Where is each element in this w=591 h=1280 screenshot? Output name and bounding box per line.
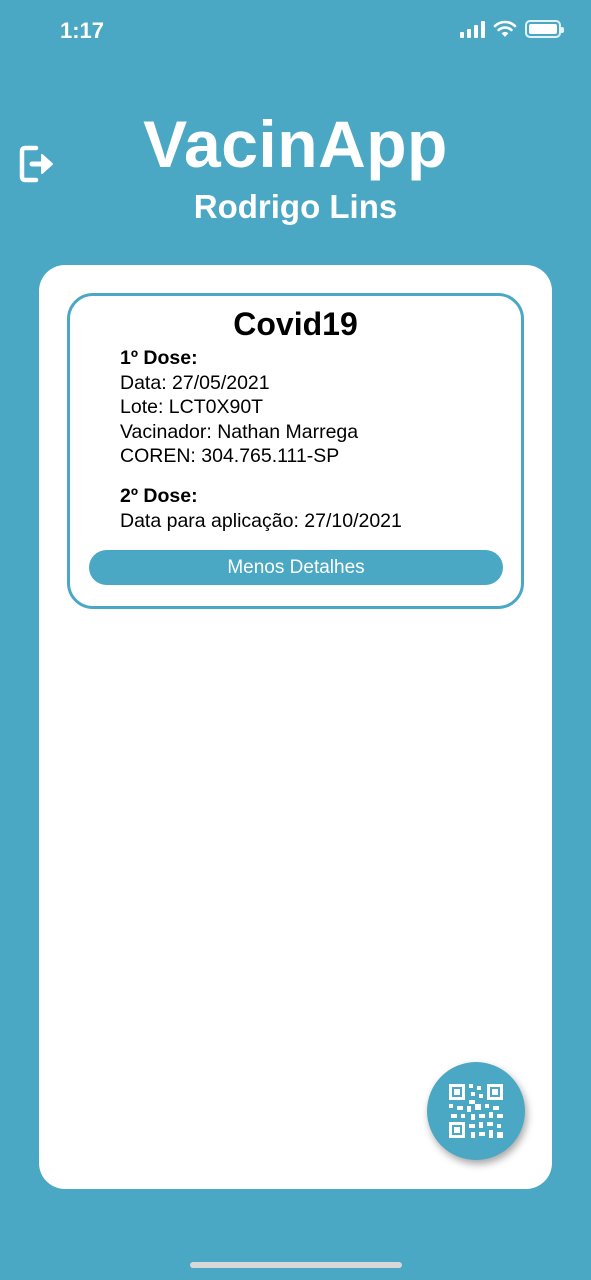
qr-code-button[interactable] bbox=[427, 1062, 525, 1160]
dose1-coren: COREN: 304.765.111-SP bbox=[120, 445, 340, 467]
home-indicator bbox=[190, 1262, 402, 1268]
dose1-vaccinator: Vacinador: Nathan Marrega bbox=[120, 420, 359, 443]
battery-icon bbox=[525, 20, 564, 38]
dose1-lot: Lote: LCT0X90T bbox=[120, 396, 264, 418]
status-time: 1:17 bbox=[60, 18, 105, 43]
vaccine-list-panel: Covid19 1º Dose: Data: 27/05/2021 Lote: … bbox=[39, 265, 552, 1189]
dose2-heading: 2º Dose: bbox=[120, 485, 198, 507]
vaccine-title: Covid19 bbox=[233, 306, 358, 342]
vaccine-card: Covid19 1º Dose: Data: 27/05/2021 Lote: … bbox=[67, 293, 524, 609]
status-icons bbox=[460, 20, 564, 38]
status-bar: 1:17 bbox=[0, 0, 591, 64]
app-title: VacinApp bbox=[143, 107, 448, 181]
dose2-application-date: Data para aplicação: 27/10/2021 bbox=[120, 509, 402, 532]
dose1-heading: 1º Dose: bbox=[120, 347, 198, 369]
wifi-icon bbox=[493, 20, 517, 37]
dose1-details: 1º Dose: Data: 27/05/2021 Lote: LCT0X90T… bbox=[120, 346, 358, 469]
user-name: Rodrigo Lins bbox=[193, 188, 398, 225]
qr-code-icon bbox=[449, 1084, 503, 1138]
dose2-details: 2º Dose: Data para aplicação: 27/10/2021 bbox=[120, 484, 402, 533]
dose1-date: Data: 27/05/2021 bbox=[120, 371, 270, 394]
less-details-button[interactable]: Menos Detalhes bbox=[89, 550, 503, 585]
cellular-signal-icon bbox=[460, 20, 485, 38]
